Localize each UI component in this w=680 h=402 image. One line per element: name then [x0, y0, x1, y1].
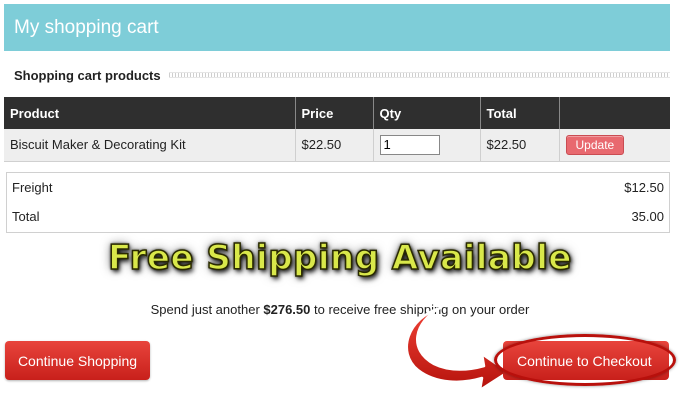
- table-row: Biscuit Maker & Decorating Kit $22.50 $2…: [4, 129, 670, 162]
- table-header-row: Product Price Qty Total: [4, 97, 670, 129]
- total-row: Total 35.00: [7, 202, 669, 231]
- section-divider: [168, 72, 670, 78]
- freight-label: Freight: [12, 180, 53, 195]
- column-header-action: [559, 97, 670, 129]
- checkout-button[interactable]: Continue to Checkout: [503, 341, 669, 380]
- product-name: Biscuit Maker & Decorating Kit: [4, 129, 296, 162]
- product-total: $22.50: [480, 129, 560, 162]
- section-heading: Shopping cart products: [4, 64, 670, 86]
- column-header-qty: Qty: [373, 97, 481, 129]
- column-header-price: Price: [295, 97, 374, 129]
- product-price: $22.50: [295, 129, 374, 162]
- column-header-total: Total: [480, 97, 560, 129]
- notice-prefix: Spend just another: [150, 302, 264, 317]
- totals-box: Freight $12.50 Total 35.00: [6, 172, 670, 233]
- notice-suffix: to receive free shipping on your order: [310, 302, 530, 317]
- free-shipping-notice: Spend just another $276.50 to receive fr…: [0, 302, 680, 317]
- page-title: My shopping cart: [14, 17, 159, 38]
- update-button[interactable]: Update: [565, 134, 625, 155]
- quantity-input[interactable]: [379, 134, 440, 155]
- column-header-product: Product: [4, 97, 296, 129]
- cart-table: Product Price Qty Total Biscuit Maker & …: [4, 97, 670, 162]
- free-shipping-banner: Free Shipping Available: [107, 237, 572, 279]
- continue-shopping-button[interactable]: Continue Shopping: [5, 341, 150, 380]
- freight-row: Freight $12.50: [7, 173, 669, 202]
- red-curved-arrow-icon: [405, 306, 510, 392]
- total-value: 35.00: [631, 209, 664, 224]
- total-label: Total: [12, 209, 40, 224]
- freight-value: $12.50: [624, 180, 664, 195]
- notice-amount: $276.50: [263, 302, 311, 317]
- page-header: My shopping cart: [4, 4, 670, 51]
- action-cell: Update: [559, 129, 670, 162]
- section-title: Shopping cart products: [14, 67, 161, 83]
- qty-cell: [373, 129, 481, 162]
